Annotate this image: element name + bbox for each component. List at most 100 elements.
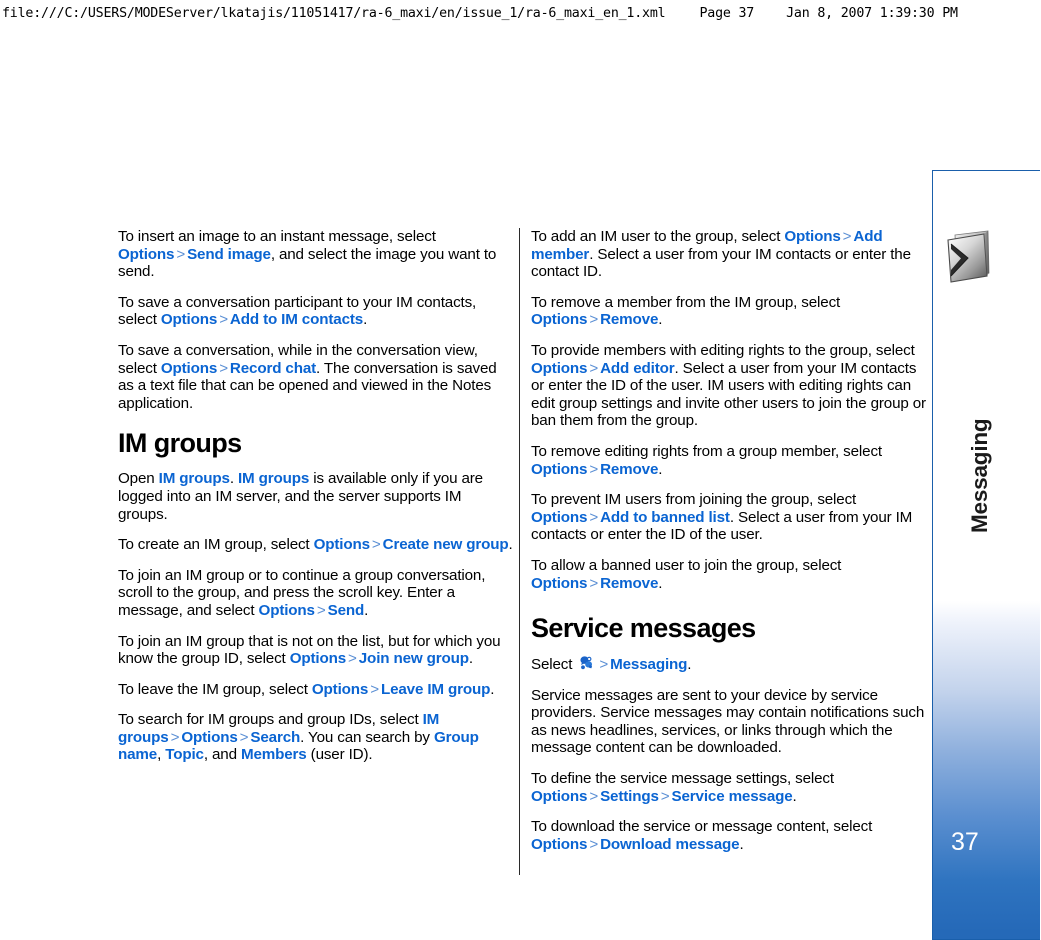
left-text-column: To insert an image to an instant message… [118,228,514,764]
ui-path-term: Options [313,536,370,554]
paragraph-add-to-banned-list: To prevent IM users from joining the gro… [531,491,927,544]
body-text: . [687,656,692,674]
paragraph-open-im-groups: Open IM groups. IM groups is available o… [118,470,514,523]
body-text: . [658,574,663,592]
body-text: . [508,536,513,554]
body-text: To remove a member from the IM group, se… [531,293,841,311]
path-separator-icon: > [599,656,609,674]
ui-path-term: Remove [600,460,659,478]
left-column-paragraphs-top: To insert an image to an instant message… [118,228,514,412]
body-text: (user ID). [306,746,373,764]
path-separator-icon: > [589,460,599,478]
paragraph-join-new-group: To join an IM group that is not on the l… [118,633,514,668]
chapter-title: Messaging [967,418,992,533]
paragraph-define-settings: To define the service message settings, … [531,770,927,805]
paragraph-leave-group: To leave the IM group, select Options > Le… [118,681,514,699]
path-separator-icon: > [589,311,599,329]
ui-path-term: Service message [671,787,793,805]
ui-path-term: Options [531,835,588,853]
paragraph-service-messages-intro: Service messages are sent to your device… [531,687,927,757]
chapter-tab: Messaging 37 [932,170,1040,940]
path-separator-icon: > [842,228,852,245]
body-text: To leave the IM group, select [118,680,312,698]
body-text: To define the service message settings, … [531,770,834,788]
ui-path-term: Options [784,228,841,245]
path-separator-icon: > [170,728,180,746]
ui-path-term: Leave IM group [380,680,491,698]
ui-path-term: Options [531,311,588,329]
paragraph-remove-member: To remove a member from the IM group, se… [531,294,927,329]
ui-path-term: Options [531,574,588,592]
path-separator-icon: > [371,536,381,554]
ui-path-term: Add to banned list [600,508,730,526]
paragraph-create-group: To create an IM group, select Options > Cr… [118,536,514,554]
paragraph-remove-editing-rights: To remove editing rights from a group me… [531,443,927,478]
ui-path-term: Options [311,680,369,698]
body-text: . [792,787,797,805]
ui-path-term: Create new group [382,536,509,554]
body-text: . [739,835,744,853]
ui-path-term: Download message [600,835,740,853]
body-text: To download the service or message conte… [531,818,873,836]
path-separator-icon: > [219,359,228,377]
body-text: To remove editing rights from a group me… [531,442,882,460]
ui-path-term: Remove [600,311,659,329]
ui-path-term: Join new group [358,650,469,668]
body-text: . [468,650,473,668]
ui-path-term: Options [118,245,175,263]
ui-path-term: Settings [600,787,659,805]
body-text: . [364,601,369,619]
paragraph-search-groups: To search for IM groups and group IDs, s… [118,711,514,764]
paragraph-join-group: To join an IM group or to continue a gro… [118,567,514,620]
body-text: To insert an image to an instant message… [118,228,436,245]
path-separator-icon: > [316,601,326,619]
path-separator-icon: > [660,787,670,805]
body-text: , and [203,746,241,764]
ui-path-term: Options [531,508,588,526]
ui-path-term: Messaging [610,656,688,674]
paragraph-insert-image: To insert an image to an instant message… [118,228,514,281]
document-page: To insert an image to an instant message… [0,0,1041,940]
body-text: Service messages are sent to your device… [531,686,925,757]
body-text: . [658,311,663,329]
page-number: 37 [951,828,979,856]
ui-path-term: IM groups [237,470,310,488]
right-column-paragraphs-bottom: Select > Messaging. Service messages are s… [531,655,927,853]
body-text: , [157,746,166,764]
right-column-paragraphs-top: To add an IM user to the group, select O… [531,228,927,592]
ui-path-term: Options [531,787,588,805]
paragraph-add-editor: To provide members with editing rights t… [531,342,927,430]
ui-path-term: Options [531,460,588,478]
body-text: . [658,460,663,478]
body-text: To add an IM user to the group, select [531,228,785,245]
path-separator-icon: > [589,787,599,805]
body-text: . [363,311,368,329]
paragraph-add-member: To add an IM user to the group, select O… [531,228,927,281]
path-separator-icon: > [348,650,357,668]
ui-path-term: Add editor [600,359,675,377]
ui-path-term: Options [181,728,238,746]
body-text: . [229,470,238,488]
ui-path-term: Send [327,601,365,619]
ui-path-term: Options [531,359,588,377]
ui-path-term: IM groups [158,470,230,488]
ui-path-term: Remove [600,574,659,592]
body-text: . You can search by [300,728,434,746]
path-separator-icon: > [589,574,599,592]
section-heading-im-groups: IM groups [118,428,242,459]
ui-path-term: Topic [165,746,204,764]
path-separator-icon: > [370,680,379,698]
column-divider [519,228,520,875]
paragraph-select-messaging: Select > Messaging. [531,655,927,674]
left-column-paragraphs-bottom: Open IM groups. IM groups is available o… [118,470,514,764]
paragraph-save-conversation: To save a conversation, while in the con… [118,342,514,412]
path-separator-icon: > [219,311,228,329]
path-separator-icon: > [589,508,599,526]
paragraph-save-participant: To save a conversation participant to yo… [118,294,514,329]
body-text: To allow a banned user to join the group… [531,556,842,574]
right-text-column: To add an IM user to the group, select O… [531,228,927,853]
body-text: To create an IM group, select [118,536,314,554]
body-text: Select [531,656,577,674]
ui-path-term: Options [258,601,315,619]
ui-path-term: Options [160,311,218,329]
